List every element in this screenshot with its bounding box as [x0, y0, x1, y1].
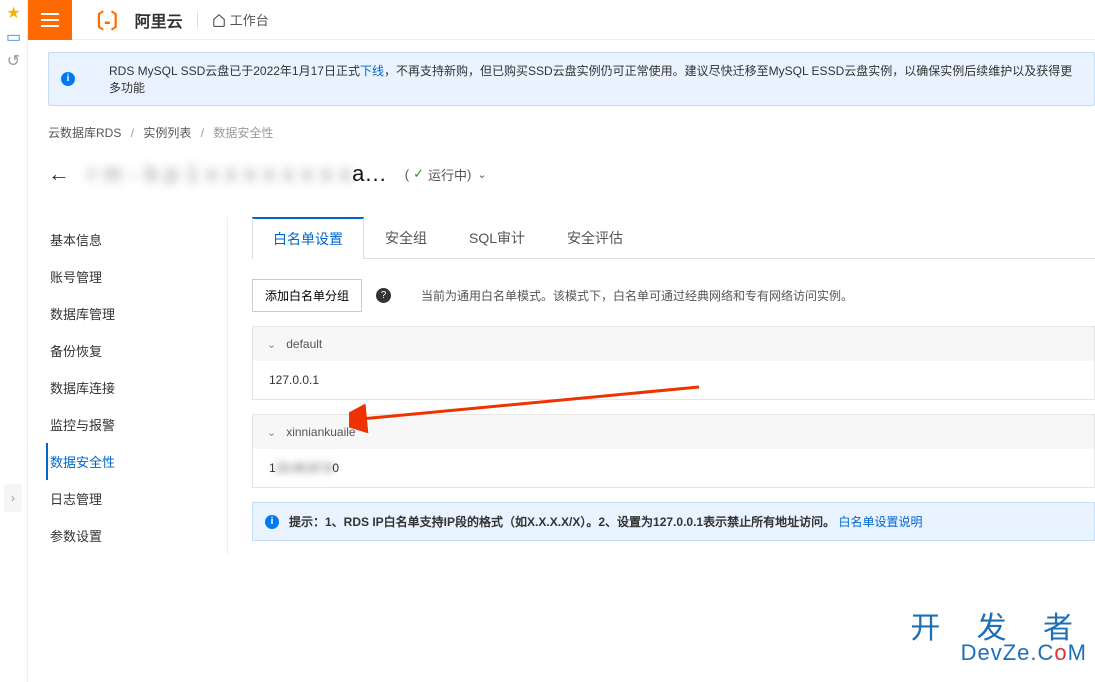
body: 基本信息账号管理数据库管理备份恢复数据库连接监控与报警数据安全性日志管理参数设置…: [48, 217, 1095, 554]
watermark: 开 发 者 DevZe.CoM: [910, 614, 1087, 664]
tab-2[interactable]: SQL审计: [448, 217, 546, 259]
tip-link[interactable]: 白名单设置说明: [838, 515, 922, 529]
page-title-row: ← r m - b p 1 x x x x x x x xa... ( ✓ 运行…: [48, 161, 1095, 187]
crumb-rds[interactable]: 云数据库RDS: [48, 126, 121, 140]
logo[interactable]: 〔-〕 阿里云: [84, 5, 183, 34]
chevron-down-icon: ⌄: [267, 426, 276, 439]
watermark-line2: DevZe.CoM: [910, 642, 1087, 664]
group-name: xinniankuaile: [286, 425, 355, 439]
chevron-down-icon: ⌄: [267, 338, 276, 351]
group-name: default: [286, 337, 322, 351]
nav-item-6[interactable]: 数据安全性: [46, 443, 227, 480]
group-body: 123.45.67.80: [253, 449, 1094, 487]
info-icon: i: [265, 515, 279, 529]
logo-text: 阿里云: [135, 8, 183, 32]
left-nav: 基本信息账号管理数据库管理备份恢复数据库连接监控与报警数据安全性日志管理参数设置: [48, 217, 228, 554]
workbench-link[interactable]: 工作台: [212, 10, 269, 29]
nav-item-5[interactable]: 监控与报警: [48, 406, 227, 443]
group-header[interactable]: ⌄ default: [253, 327, 1094, 361]
screen-icon[interactable]: ▭: [4, 28, 24, 48]
tab-3[interactable]: 安全评估: [546, 217, 644, 259]
nav-item-2[interactable]: 数据库管理: [48, 295, 227, 332]
nav-item-1[interactable]: 账号管理: [48, 258, 227, 295]
history-icon[interactable]: ↺: [4, 52, 24, 72]
expand-icon[interactable]: ›: [4, 484, 22, 512]
whitelist-group-xinniankuaile: ⌄ xinniankuaile 123.45.67.80: [252, 414, 1095, 488]
breadcrumb: 云数据库RDS / 实例列表 / 数据安全性: [48, 124, 1095, 141]
crumb-current: 数据安全性: [213, 126, 273, 140]
menu-button[interactable]: [28, 0, 72, 40]
tab-1[interactable]: 安全组: [364, 217, 448, 259]
nav-item-7[interactable]: 日志管理: [48, 480, 227, 517]
tip-text: 提示：1、RDS IP白名单支持IP段的格式（如X.X.X.X/X）。2、设置为…: [289, 513, 922, 530]
info-icon: i: [61, 72, 75, 86]
main-panel: 白名单设置安全组SQL审计安全评估 添加白名单分组 ? 当前为通用白名单模式。该…: [228, 217, 1095, 554]
nav-item-3[interactable]: 备份恢复: [48, 332, 227, 369]
back-button[interactable]: ←: [48, 161, 70, 187]
tip-banner: i 提示：1、RDS IP白名单支持IP段的格式（如X.X.X.X/X）。2、设…: [252, 502, 1095, 541]
logo-icon: 〔-〕: [84, 5, 131, 34]
instance-name: r m - b p 1 x x x x x x x xa...: [88, 161, 387, 187]
star-icon[interactable]: ★: [4, 4, 24, 24]
mini-sidebar: ★ ▭ ↺ ›: [0, 0, 28, 682]
tabs: 白名单设置安全组SQL审计安全评估: [252, 217, 1095, 259]
check-icon: ✓: [413, 166, 424, 182]
add-whitelist-group-button[interactable]: 添加白名单分组: [252, 279, 362, 312]
mode-description: 当前为通用白名单模式。该模式下，白名单可通过经典网络和专有网络访问实例。: [421, 287, 853, 304]
toolbar: 添加白名单分组 ? 当前为通用白名单模式。该模式下，白名单可通过经典网络和专有网…: [252, 279, 1095, 312]
alert-text: RDS MySQL SSD云盘已于2022年1月17日正式下线，不再支持新购，但…: [109, 62, 1082, 96]
content: i RDS MySQL SSD云盘已于2022年1月17日正式下线，不再支持新购…: [28, 40, 1095, 682]
divider: [197, 11, 198, 29]
home-icon: [212, 13, 226, 27]
crumb-list[interactable]: 实例列表: [143, 126, 191, 140]
nav-item-4[interactable]: 数据库连接: [48, 369, 227, 406]
annotation-arrow: [349, 383, 709, 433]
topbar: 〔-〕 阿里云 工作台: [28, 0, 1095, 40]
chevron-down-icon: ⌄: [477, 168, 486, 181]
nav-item-0[interactable]: 基本信息: [48, 221, 227, 258]
tab-0[interactable]: 白名单设置: [252, 217, 364, 259]
workbench-label: 工作台: [230, 10, 269, 29]
info-alert: i RDS MySQL SSD云盘已于2022年1月17日正式下线，不再支持新购…: [48, 52, 1095, 106]
alert-link[interactable]: 下线: [360, 64, 384, 78]
instance-status[interactable]: ( ✓ 运行中 ) ⌄: [405, 165, 487, 184]
help-icon[interactable]: ?: [376, 288, 391, 303]
nav-item-8[interactable]: 参数设置: [48, 517, 227, 554]
